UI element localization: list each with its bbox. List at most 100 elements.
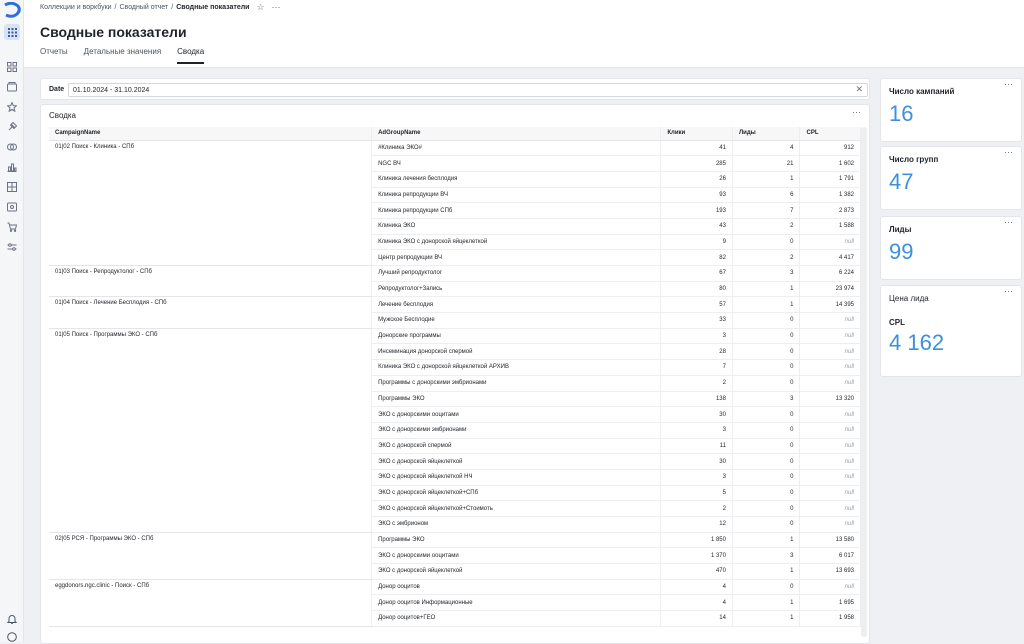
cpl-cell: 14 395: [799, 296, 861, 314]
adgroup-name-cell: ЭКО с донорской яйцеклеткой+СПб: [371, 485, 662, 502]
ellipsis-icon[interactable]: ⋯: [1004, 147, 1013, 158]
clicks-cell: 3: [660, 328, 733, 345]
bell-icon[interactable]: [5, 612, 19, 626]
adgroup-name-cell: Клиника репродукции СПб: [371, 202, 662, 219]
clear-date-icon[interactable]: ✕: [855, 84, 863, 95]
cpl-cell: 6 017: [799, 547, 861, 565]
clicks-cell: 33: [660, 312, 733, 329]
table-row: 01|02 Поиск - Клиника - СПб #Клиника ЭКО#…: [49, 140, 861, 266]
leads-cell: 0: [732, 234, 801, 251]
tab-bar: Отчеты Детальные значения Сводка: [40, 47, 205, 64]
leads-cell: 7: [732, 202, 801, 219]
cpl-cell: 1 791: [799, 171, 861, 188]
tab-detailed-values[interactable]: Детальные значения: [84, 47, 162, 64]
clicks-cell: 9: [660, 234, 733, 251]
date-filter: Date 01.10.2024 - 31.10.2024 ✕: [40, 78, 870, 100]
settings-icon[interactable]: [5, 240, 19, 254]
clicks-cell: 470: [660, 563, 733, 580]
adgroup-name-cell: Донор ооцитов: [371, 579, 662, 596]
cpl-cell: null: [799, 312, 861, 329]
leads-cell: 2: [732, 249, 801, 266]
clicks-cell: 41: [660, 140, 733, 157]
kpi-card-campaigns: Число кампаний ⋯ 16: [880, 78, 1022, 142]
tab-reports[interactable]: Отчеты: [40, 47, 68, 64]
adgroup-name-cell: Донор ооцитов Информационные: [371, 594, 662, 612]
kpi-card-groups: Число групп ⋯ 47: [880, 146, 1022, 210]
adgroup-name-cell: NGC ВЧ: [371, 155, 662, 172]
leads-cell: 2: [732, 218, 801, 235]
table-row: eggdonors.ngc.clinic - Поиск - СПб Донор …: [49, 579, 861, 627]
clicks-cell: 285: [660, 155, 733, 172]
leads-cell: 1: [732, 296, 801, 314]
ellipsis-icon[interactable]: ⋯: [1004, 79, 1013, 90]
summary-table-card: Сводка ⋯ CampaignName AdGroupName Клики …: [40, 104, 870, 644]
clicks-cell: 82: [660, 249, 733, 266]
adgroup-name-cell: Клиника ЭКО с донорской яйцеклеткой АРХИ…: [371, 359, 662, 376]
adgroup-name-cell: Клиника репродукции ВЧ: [371, 187, 662, 204]
more-options-icon[interactable]: ⋯: [272, 2, 281, 13]
kpi-value: 99: [889, 239, 914, 264]
adgroup-name-cell: Лучший репродуктолог: [371, 265, 662, 282]
breadcrumb: Коллекции и воркбуки / Сводный отчет / С…: [40, 2, 281, 13]
breadcrumb-item[interactable]: Сводный отчет: [120, 4, 169, 11]
column-header[interactable]: AdGroupName: [371, 127, 662, 141]
collections-icon[interactable]: [5, 80, 19, 94]
clicks-cell: 2: [660, 500, 733, 517]
clicks-cell: 5: [660, 485, 733, 502]
table-header-row: CampaignName AdGroupName Клики Лиды CPL: [49, 127, 861, 141]
table-row: 01|03 Поиск - Репродуктолог - СПб Лучший …: [49, 265, 861, 298]
favorite-star-icon[interactable]: ☆: [256, 2, 264, 13]
main-content: Date 01.10.2024 - 31.10.2024 ✕ Сводка ⋯ …: [40, 74, 876, 644]
clicks-cell: 26: [660, 171, 733, 188]
adgroup-name-cell: ЭКО с донорской яйцеклеткой: [371, 563, 662, 580]
star-icon[interactable]: [5, 100, 19, 114]
leads-cell: 0: [732, 312, 801, 329]
left-nav-rail: [0, 0, 24, 642]
leads-cell: 1: [732, 171, 801, 188]
cpl-cell: null: [799, 375, 861, 392]
adgroup-name-cell: Донор ооцитов+ГЕО: [371, 610, 662, 627]
adgroup-name-cell: Мужское Бесплодие: [371, 312, 662, 329]
pin-icon[interactable]: [5, 120, 19, 134]
table-row: 02|05 РСЯ - Программы ЭКО - СПб Программы…: [49, 532, 861, 580]
adgroup-name-cell: Репродуктолог+Запись: [371, 281, 662, 298]
datasets-icon[interactable]: [5, 180, 19, 194]
column-header[interactable]: Лиды: [732, 127, 801, 141]
cpl-cell: null: [799, 485, 861, 502]
column-header[interactable]: Клики: [660, 127, 733, 141]
dashboard-icon[interactable]: [5, 60, 19, 74]
apps-grid-icon[interactable]: [4, 24, 20, 40]
clicks-cell: 193: [660, 202, 733, 219]
cpl-cell: null: [799, 328, 861, 345]
clicks-cell: 93: [660, 187, 733, 204]
logo-icon[interactable]: [2, 2, 22, 18]
adgroup-name-cell: Лечение бесплодия: [371, 296, 662, 314]
clicks-cell: 30: [660, 406, 733, 423]
ellipsis-icon[interactable]: ⋯: [1004, 217, 1013, 228]
charts-icon[interactable]: [5, 160, 19, 174]
leads-cell: 1: [732, 563, 801, 580]
kpi-value: 4 162: [889, 330, 945, 355]
vertical-scrollbar[interactable]: [861, 127, 867, 637]
cart-icon[interactable]: [5, 220, 19, 234]
leads-cell: 0: [732, 438, 801, 455]
column-header[interactable]: CampaignName: [49, 127, 373, 141]
connections-icon[interactable]: [5, 140, 19, 154]
cpl-cell: 1 588: [799, 218, 861, 235]
ellipsis-icon[interactable]: ⋯: [1004, 286, 1013, 297]
breadcrumb-item[interactable]: Коллекции и воркбуки: [40, 4, 112, 11]
cpl-cell: 1 382: [799, 187, 861, 204]
reports-icon[interactable]: [5, 200, 19, 214]
ellipsis-icon[interactable]: ⋯: [852, 107, 861, 118]
adgroup-name-cell: #Клиника ЭКО#: [371, 140, 662, 157]
cpl-cell: null: [799, 406, 861, 423]
date-range-input[interactable]: 01.10.2024 - 31.10.2024: [68, 83, 868, 97]
adgroup-name-cell: Клиника ЭКО: [371, 218, 662, 235]
column-header[interactable]: CPL: [799, 127, 861, 141]
adgroup-name-cell: Программы ЭКО: [371, 532, 662, 549]
campaign-name-cell: eggdonors.ngc.clinic - Поиск - СПб: [49, 579, 373, 627]
tab-summary[interactable]: Сводка: [177, 47, 205, 64]
clicks-cell: 11: [660, 438, 733, 455]
kpi-value: 47: [889, 169, 914, 194]
adgroup-name-cell: Программы с донорскими эмбрионами: [371, 375, 662, 392]
